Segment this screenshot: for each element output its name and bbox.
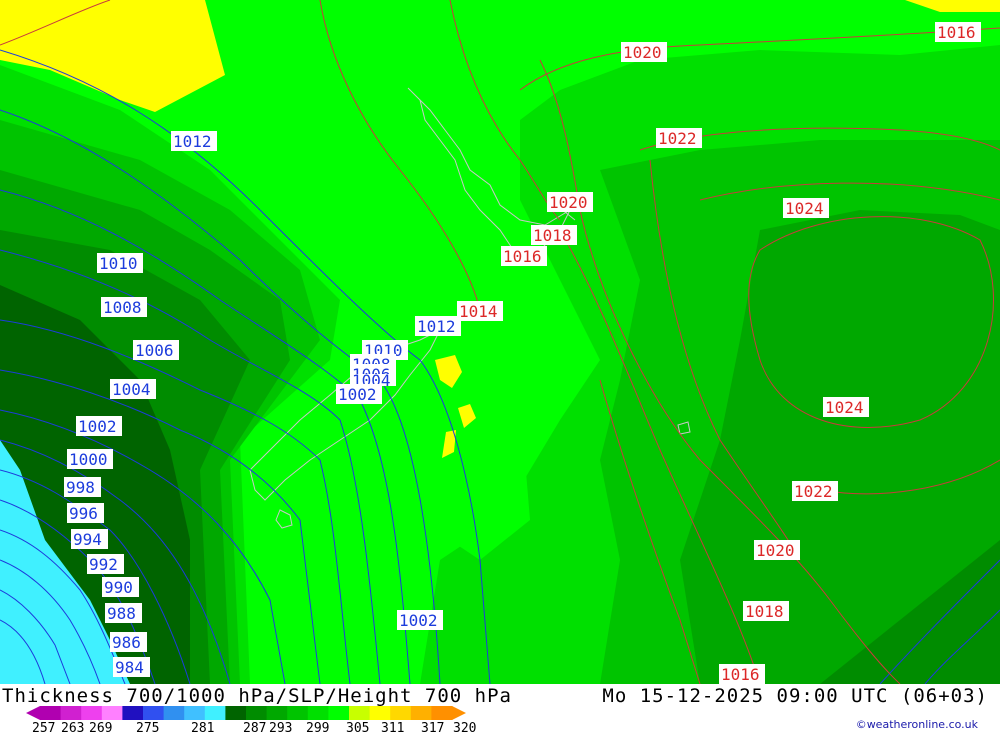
isobar-label-994: 994 xyxy=(73,530,102,549)
isobar-label-1010: 1010 xyxy=(99,254,138,273)
isobar-label-1018-b: 1018 xyxy=(745,602,784,621)
legend-swatches xyxy=(26,706,466,720)
legend-swatch xyxy=(349,706,371,720)
legend-tick-label: 317 xyxy=(421,721,444,733)
weather-map: 1012 1010 1008 1006 1004 1002 1000 998 9… xyxy=(0,0,1000,684)
legend-swatch xyxy=(60,706,82,720)
legend-tick-label: 293 xyxy=(269,721,292,733)
legend-swatch xyxy=(225,706,247,720)
isobar-label-1016: 1016 xyxy=(937,23,976,42)
legend-tick-label: 263 xyxy=(61,721,84,733)
legend-swatch xyxy=(101,706,123,720)
isobar-label-984: 984 xyxy=(115,658,144,677)
color-legend: 257 263 269 275 281 287 293 299 305 311 317 320 xyxy=(26,706,476,733)
legend-tick-label: 287 xyxy=(243,721,266,733)
legend-tick-label: 305 xyxy=(346,721,369,733)
isobar-label-1022: 1022 xyxy=(658,129,697,148)
legend-tick-label: 275 xyxy=(136,721,159,733)
isobar-label-1002-c: 1002 xyxy=(399,611,438,630)
legend-arrow-left xyxy=(26,706,40,720)
isobar-label-1022-b: 1022 xyxy=(794,482,833,501)
legend-swatch xyxy=(431,706,453,720)
legend-swatch xyxy=(81,706,103,720)
isobar-label-990: 990 xyxy=(104,578,133,597)
isobar-label-1012-b: 1012 xyxy=(417,317,456,336)
legend-arrow-right xyxy=(452,706,466,720)
isobar-label-1000: 1000 xyxy=(69,450,108,469)
legend-swatch xyxy=(40,706,62,720)
legend-tick-label: 299 xyxy=(306,721,329,733)
legend-tick-label: 257 xyxy=(32,721,55,733)
legend-swatch xyxy=(163,706,185,720)
isobar-label-998: 998 xyxy=(66,478,95,497)
isobar-label-992: 992 xyxy=(89,555,118,574)
legend-tick-label: 320 xyxy=(453,721,476,733)
legend-swatch xyxy=(390,706,412,720)
legend-swatch xyxy=(184,706,206,720)
isobar-label-1020-c: 1020 xyxy=(756,541,795,560)
isobar-label-1020-b: 1020 xyxy=(549,193,588,212)
isobar-label-1008: 1008 xyxy=(103,298,142,317)
legend-swatch xyxy=(287,706,309,720)
isobar-label-1016-c: 1016 xyxy=(721,665,760,684)
legend-tick-label: 281 xyxy=(191,721,214,733)
isobar-label-1016-b: 1016 xyxy=(503,247,542,266)
legend-swatch xyxy=(410,706,432,720)
isobar-label-986: 986 xyxy=(112,633,141,652)
isobar-label-1006: 1006 xyxy=(135,341,174,360)
map-footer: Thickness 700/1000 hPa/SLP/Height 700 hP… xyxy=(0,684,1000,733)
isobar-label-1014: 1014 xyxy=(459,302,498,321)
legend-swatch xyxy=(328,706,350,720)
legend-ticks: 257 263 269 275 281 287 293 299 305 311 317 320 xyxy=(32,721,476,733)
isobar-label-1020: 1020 xyxy=(623,43,662,62)
isobar-label-1002-b: 1002 xyxy=(338,385,377,404)
legend-tick-label: 311 xyxy=(381,721,404,733)
isobar-label-1018: 1018 xyxy=(533,226,572,245)
legend-swatch xyxy=(307,706,329,720)
isobar-label-1024: 1024 xyxy=(785,199,824,218)
valid-time: Mo 15-12-2025 09:00 UTC (06+03) xyxy=(602,685,988,707)
isobar-label-1002: 1002 xyxy=(78,417,117,436)
legend-swatch xyxy=(122,706,144,720)
legend-swatch xyxy=(369,706,391,720)
legend-swatch xyxy=(204,706,226,720)
isobar-label-996: 996 xyxy=(69,504,98,523)
isobar-label-1012: 1012 xyxy=(173,132,212,151)
legend-swatch xyxy=(246,706,268,720)
legend-tick-label: 269 xyxy=(89,721,112,733)
credit-link[interactable]: ©weatheronline.co.uk xyxy=(856,718,978,731)
isobar-label-988: 988 xyxy=(107,604,136,623)
legend-swatch xyxy=(266,706,288,720)
isobar-label-1024-b: 1024 xyxy=(825,398,864,417)
legend-swatch xyxy=(143,706,165,720)
isobar-label-1004: 1004 xyxy=(112,380,151,399)
